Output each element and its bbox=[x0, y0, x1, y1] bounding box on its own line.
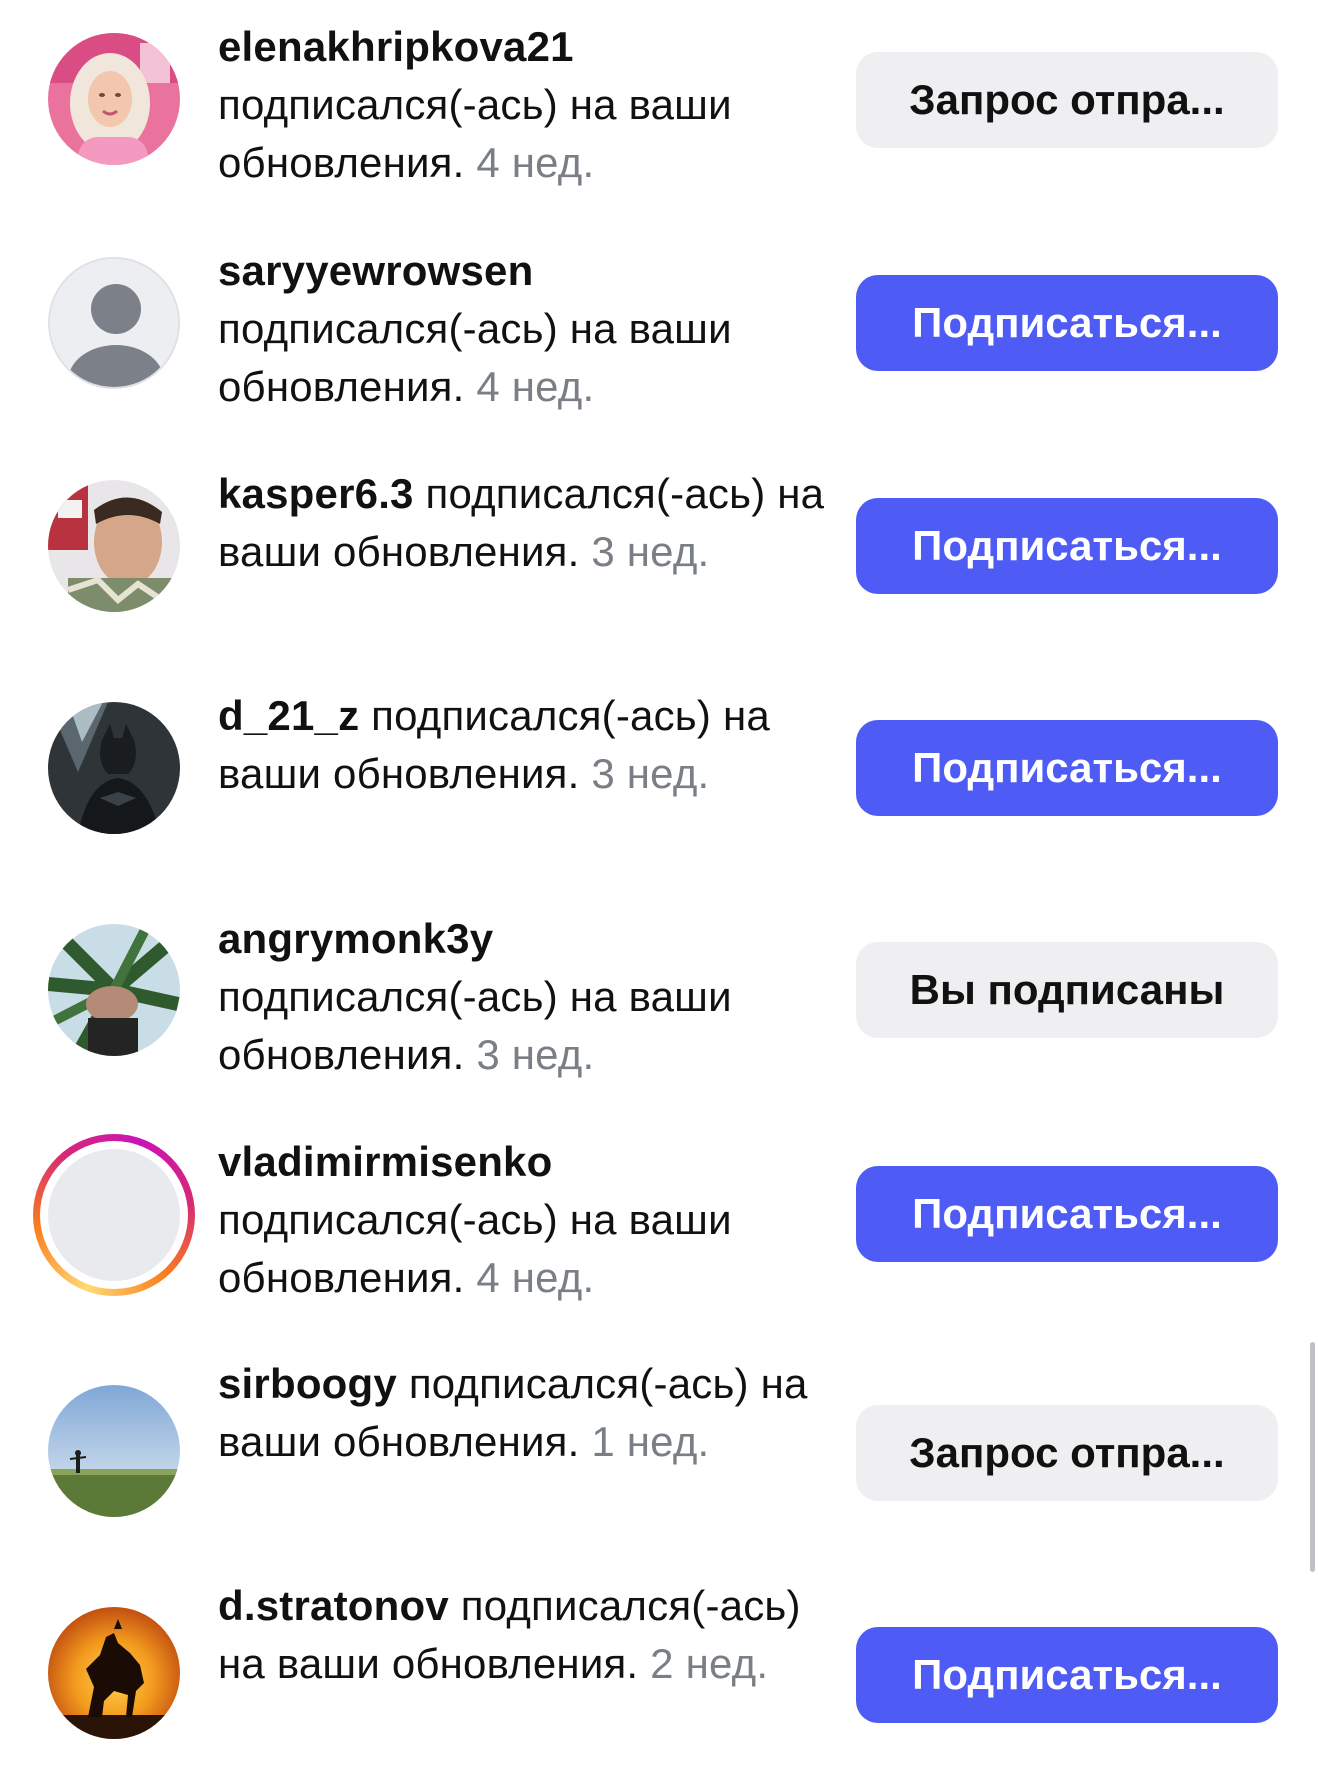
notification-text: kasper6.3 подписался(-ась) на ваши обнов… bbox=[218, 465, 828, 581]
action-text: подписался(-ась) на ваши обновления. bbox=[218, 81, 732, 186]
follow-back-button[interactable]: Подписаться... bbox=[856, 1166, 1278, 1262]
follow-request-sent-button[interactable]: Запрос отпра... bbox=[856, 52, 1278, 148]
avatar[interactable] bbox=[48, 1385, 180, 1517]
notification-row[interactable]: angrymonk3y подписался(-ась) на ваши обн… bbox=[0, 890, 1318, 1090]
notification-text: d_21_z подписался(-ась) на ваши обновлен… bbox=[218, 687, 828, 803]
notification-row[interactable]: d.stratonov подписался(-ась) на ваши обн… bbox=[0, 1557, 1318, 1757]
notification-row[interactable]: saryyewrowsen подписался(-ась) на ваши о… bbox=[0, 222, 1318, 422]
username[interactable]: d_21_z bbox=[218, 692, 359, 739]
notification-text: saryyewrowsen подписался(-ась) на ваши о… bbox=[218, 242, 828, 416]
avatar[interactable] bbox=[48, 702, 180, 834]
following-button[interactable]: Вы подписаны bbox=[856, 942, 1278, 1038]
username[interactable]: d.stratonov bbox=[218, 1582, 449, 1629]
timestamp: 1 нед. bbox=[591, 1418, 710, 1465]
username[interactable]: angrymonk3y bbox=[218, 915, 493, 962]
follow-back-button[interactable]: Подписаться... bbox=[856, 720, 1278, 816]
username[interactable]: sirboogy bbox=[218, 1360, 397, 1407]
timestamp: 2 нед. bbox=[650, 1640, 769, 1687]
action-text: подписался(-ась) на ваши обновления. bbox=[218, 973, 732, 1078]
notification-text: vladimirmisenko подписался(-ась) на ваши… bbox=[218, 1133, 828, 1307]
username[interactable]: elenakhripkova21 bbox=[218, 23, 574, 70]
follow-back-button[interactable]: Подписаться... bbox=[856, 1627, 1278, 1723]
notification-text: sirboogy подписался(-ась) на ваши обновл… bbox=[218, 1355, 828, 1471]
timestamp: 3 нед. bbox=[591, 528, 710, 575]
scrollbar[interactable] bbox=[1310, 1342, 1315, 1572]
timestamp: 3 нед. bbox=[591, 750, 710, 797]
follow-request-sent-button[interactable]: Запрос отпра... bbox=[856, 1405, 1278, 1501]
notification-row[interactable]: sirboogy подписался(-ась) на ваши обновл… bbox=[0, 1335, 1318, 1535]
timestamp: 3 нед. bbox=[476, 1031, 595, 1078]
avatar[interactable] bbox=[48, 480, 180, 612]
avatar[interactable] bbox=[48, 924, 180, 1056]
username[interactable]: saryyewrowsen bbox=[218, 247, 533, 294]
notification-row[interactable]: elenakhripkova21 подписался(-ась) на ваш… bbox=[0, 0, 1318, 200]
notification-row[interactable]: d_21_z подписался(-ась) на ваши обновлен… bbox=[0, 667, 1318, 867]
notification-text: elenakhripkova21 подписался(-ась) на ваш… bbox=[218, 18, 828, 192]
notification-text: angrymonk3y подписался(-ась) на ваши обн… bbox=[218, 910, 828, 1084]
action-text: подписался(-ась) на ваши обновления. bbox=[218, 1196, 732, 1301]
story-ring-avatar[interactable] bbox=[33, 1134, 195, 1296]
username[interactable]: kasper6.3 bbox=[218, 470, 414, 517]
default-user-icon[interactable] bbox=[48, 257, 180, 389]
timestamp: 4 нед. bbox=[476, 1254, 595, 1301]
timestamp: 4 нед. bbox=[476, 363, 595, 410]
avatar bbox=[48, 1149, 180, 1281]
notification-row[interactable]: kasper6.3 подписался(-ась) на ваши обнов… bbox=[0, 445, 1318, 645]
notification-row[interactable]: vladimirmisenko подписался(-ась) на ваши… bbox=[0, 1113, 1318, 1313]
action-text: подписался(-ась) на ваши обновления. bbox=[218, 305, 732, 410]
timestamp: 4 нед. bbox=[476, 139, 595, 186]
notification-text: d.stratonov подписался(-ась) на ваши обн… bbox=[218, 1577, 828, 1693]
username[interactable]: vladimirmisenko bbox=[218, 1138, 552, 1185]
avatar[interactable] bbox=[48, 33, 180, 165]
follow-back-button[interactable]: Подписаться... bbox=[856, 275, 1278, 371]
avatar[interactable] bbox=[48, 1607, 180, 1739]
follow-back-button[interactable]: Подписаться... bbox=[856, 498, 1278, 594]
